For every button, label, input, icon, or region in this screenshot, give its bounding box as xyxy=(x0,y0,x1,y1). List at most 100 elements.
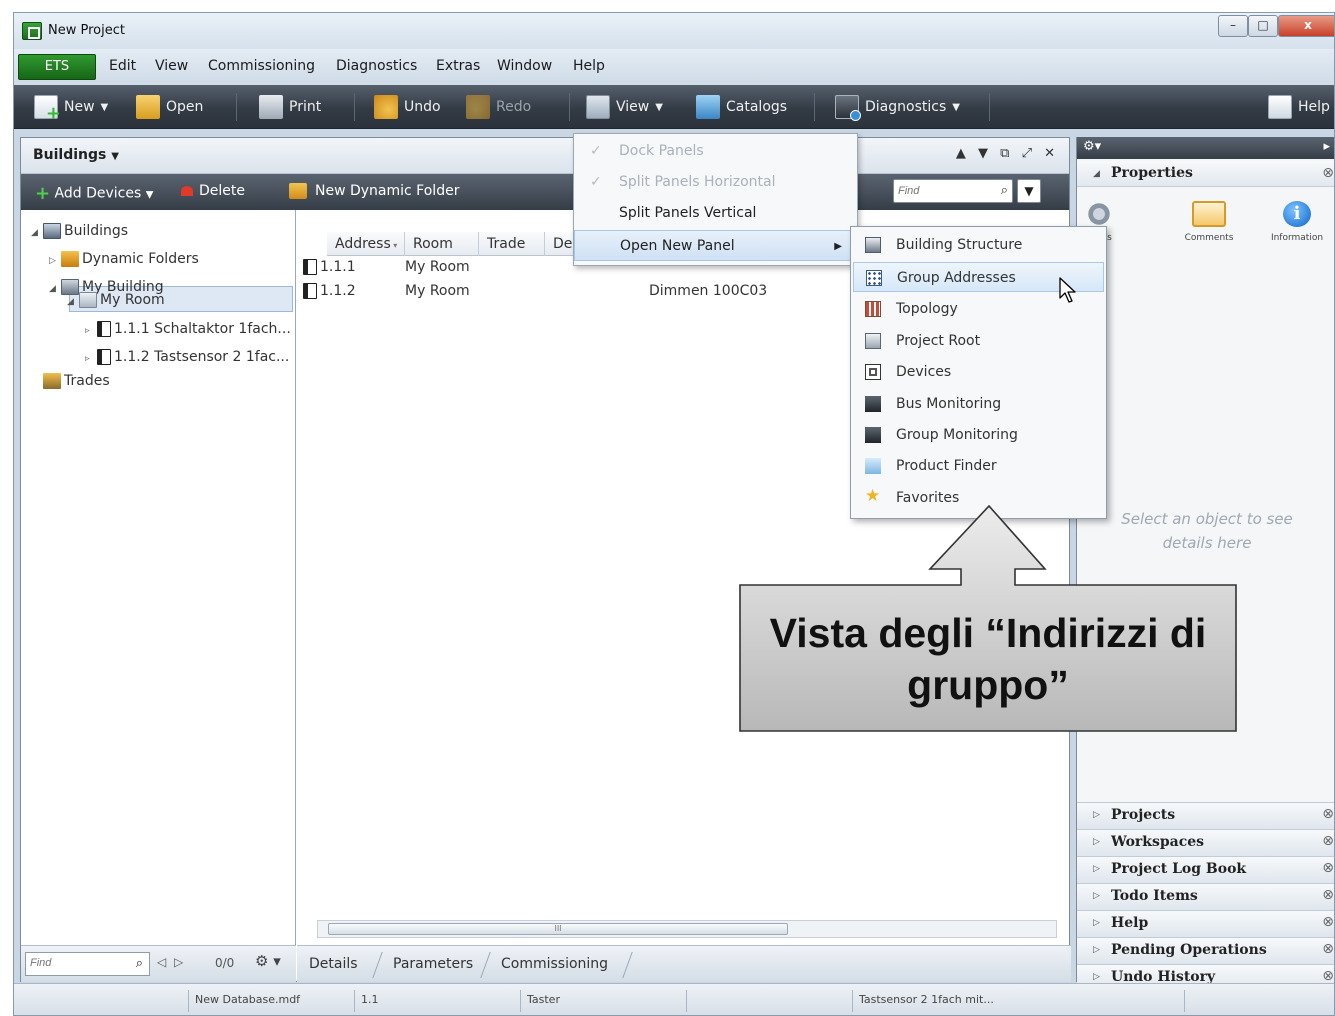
section-workspaces[interactable]: ▷ Workspaces ⊗ xyxy=(1077,829,1334,856)
close-icon[interactable]: ⊗ xyxy=(1322,860,1334,876)
product-finder-icon xyxy=(865,458,881,474)
close-icon[interactable]: ⊗ xyxy=(1322,165,1334,181)
tree-node-device-112[interactable]: ▹ 1.1.2 Tastsensor 2 1fac... xyxy=(85,346,289,368)
menu-window[interactable]: Window xyxy=(497,58,552,74)
table-row[interactable]: 1.1.2 My Room Dimmen 100C03 xyxy=(303,280,767,302)
comments-icon xyxy=(1192,201,1226,227)
tab-commissioning[interactable]: Commissioning xyxy=(501,956,608,972)
close-icon[interactable]: ⊗ xyxy=(1322,914,1334,930)
close-icon[interactable]: ⊗ xyxy=(1322,941,1334,957)
section-todo-items[interactable]: ▷ Todo Items ⊗ xyxy=(1077,883,1334,910)
add-devices-button[interactable]: + Add Devices ▼ xyxy=(35,183,153,204)
view-button[interactable]: View ▼ xyxy=(586,95,663,119)
search-icon[interactable]: ⌕ xyxy=(136,956,143,971)
tab-comments[interactable]: Comments xyxy=(1169,193,1249,253)
tree-node-device-111[interactable]: ▹ 1.1.1 Schaltaktor 1fach... xyxy=(85,318,291,340)
tab-parameters[interactable]: Parameters xyxy=(393,956,473,972)
column-header-address[interactable]: Address ▾ xyxy=(327,232,405,256)
column-header-trade[interactable]: Trade xyxy=(479,232,545,256)
menu-view[interactable]: View xyxy=(155,58,188,74)
menu-edit[interactable]: Edit xyxy=(109,58,136,74)
tab-separator xyxy=(372,952,383,978)
menu-commissioning[interactable]: Commissioning xyxy=(208,58,315,74)
expanded-arrow-icon[interactable]: ◢ xyxy=(67,291,79,313)
tree-node-my-room[interactable]: ◢ My Room xyxy=(67,289,165,311)
collapsed-arrow-icon[interactable]: ▹ xyxy=(85,320,97,342)
close-icon[interactable]: ⊗ xyxy=(1322,968,1334,984)
menu-item-group-monitoring[interactable]: Group Monitoring xyxy=(853,420,1104,450)
tree-node-buildings[interactable]: ◢ Buildings xyxy=(31,220,128,242)
tree-node-dynamic-folders[interactable]: ▷ Dynamic Folders xyxy=(49,248,199,270)
help-button[interactable]: Help xyxy=(1268,95,1330,119)
minimize-button[interactable]: – xyxy=(1218,15,1248,37)
catalogs-button[interactable]: Catalogs xyxy=(696,95,787,119)
printer-icon xyxy=(259,95,283,119)
column-header-room[interactable]: Room xyxy=(405,232,479,256)
menu-item-split-vertical[interactable]: Split Panels Vertical xyxy=(574,198,857,229)
toolbar-separator xyxy=(569,93,570,121)
collapsed-arrow-icon[interactable]: ▹ xyxy=(85,348,97,370)
project-root-icon xyxy=(865,333,881,349)
tree-bottom-bar: ⌕ ◁ ▷ 0/0 ⚙ ▾ xyxy=(21,945,296,982)
tab-details[interactable]: Details xyxy=(309,956,358,972)
new-dynamic-folder-button[interactable]: New Dynamic Folder xyxy=(289,183,459,199)
menu-ets[interactable]: ETS xyxy=(18,54,96,80)
filter-icon[interactable]: ▼ xyxy=(1017,179,1041,203)
status-product: Tastsensor 2 1fach mit... xyxy=(852,990,1018,1012)
search-icon[interactable]: ⌕ xyxy=(1001,183,1008,198)
menu-item-split-horizontal[interactable]: ✓ Split Panels Horizontal xyxy=(574,167,857,198)
close-icon[interactable]: ⊗ xyxy=(1322,887,1334,903)
close-icon[interactable]: ⊗ xyxy=(1322,833,1334,849)
properties-header[interactable]: ◢ Properties ⊗ xyxy=(1077,161,1334,187)
menu-extras[interactable]: Extras xyxy=(436,58,480,74)
toolbar-separator xyxy=(989,93,990,121)
panel-window-controls[interactable]: ▲ ▼ ⧉ ⤢ ✕ xyxy=(956,146,1059,161)
building-tree: ◢ Buildings ▷ Dynamic Folders ◢ My Building… xyxy=(21,210,296,945)
menu-item-devices[interactable]: Devices xyxy=(853,357,1104,387)
menu-item-project-root[interactable]: Project Root xyxy=(853,326,1104,356)
gear-icon[interactable]: ⚙ ▾ xyxy=(255,952,281,970)
collapsed-arrow-icon[interactable]: ▷ xyxy=(49,250,61,272)
window-title: New Project xyxy=(48,23,125,38)
menu-diagnostics[interactable]: Diagnostics xyxy=(336,58,417,74)
status-bar: New Database.mdf 1.1 Taster Tastsensor 2… xyxy=(14,983,1334,1015)
horizontal-scrollbar[interactable]: III xyxy=(317,920,1057,938)
gear-icon[interactable]: ⚙▾ xyxy=(1083,139,1101,154)
panel-search-input[interactable] xyxy=(898,181,988,201)
favorites-star-icon: ★ xyxy=(865,486,881,506)
menu-item-product-finder[interactable]: Product Finder xyxy=(853,451,1104,481)
tree-search-input[interactable] xyxy=(30,957,120,969)
scrollbar-thumb[interactable]: III xyxy=(328,923,788,935)
expanded-arrow-icon[interactable]: ◢ xyxy=(31,222,43,244)
close-icon[interactable]: ⊗ xyxy=(1322,806,1334,822)
section-help[interactable]: ▷ Help ⊗ xyxy=(1077,910,1334,937)
menu-item-building-structure[interactable]: Building Structure xyxy=(853,230,1104,260)
devices-icon xyxy=(865,364,881,380)
status-field xyxy=(686,990,852,1012)
delete-button[interactable]: Delete xyxy=(181,183,245,199)
tab-information[interactable]: i Information xyxy=(1257,193,1334,253)
expanded-arrow-icon[interactable]: ◢ xyxy=(49,278,61,300)
menu-item-bus-monitoring[interactable]: Bus Monitoring xyxy=(853,389,1104,419)
open-button[interactable]: Open xyxy=(136,95,203,119)
print-button[interactable]: Print xyxy=(259,95,321,119)
diagnostics-button[interactable]: Diagnostics ▼ xyxy=(835,95,960,121)
section-pending-operations[interactable]: ▷ Pending Operations ⊗ xyxy=(1077,937,1334,964)
menu-item-dock-panels[interactable]: ✓ Dock Panels xyxy=(574,136,857,167)
panel-title-dropdown[interactable]: Buildings ▼ xyxy=(33,147,119,163)
new-button[interactable]: New▼ xyxy=(34,95,108,124)
tree-navigation-arrows[interactable]: ◁ ▷ xyxy=(157,955,185,969)
section-project-log-book[interactable]: ▷ Project Log Book ⊗ xyxy=(1077,856,1334,883)
app-icon xyxy=(22,22,42,40)
new-project-icon xyxy=(34,95,61,124)
undo-button[interactable]: Undo xyxy=(374,95,441,119)
menu-help[interactable]: Help xyxy=(573,58,605,74)
table-row[interactable]: 1.1.1 My Room xyxy=(303,256,470,278)
close-button[interactable]: x xyxy=(1278,15,1334,37)
maximize-button[interactable]: □ xyxy=(1248,15,1278,37)
section-projects[interactable]: ▷ Projects ⊗ xyxy=(1077,802,1334,829)
redo-button[interactable]: Redo xyxy=(466,95,531,119)
menu-item-open-new-panel[interactable]: Open New Panel ▶ xyxy=(574,230,857,261)
tree-node-trades[interactable]: Trades xyxy=(43,370,110,392)
pin-icon[interactable]: ▸ xyxy=(1323,139,1330,154)
